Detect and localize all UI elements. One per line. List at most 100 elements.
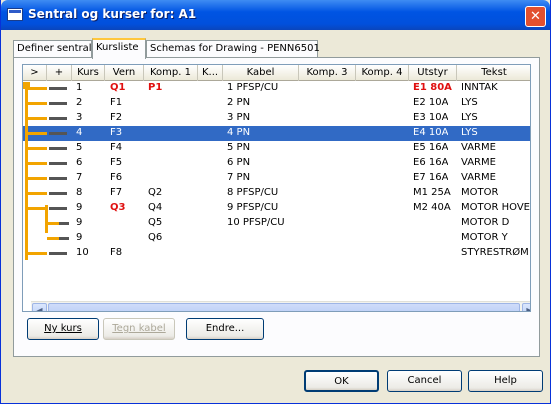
dialog-window: Sentral og kurser for: A1 ✕ Definer sent…: [0, 0, 551, 404]
tab-kursliste[interactable]: Kursliste: [92, 38, 146, 59]
cancel-button[interactable]: Cancel: [387, 370, 462, 392]
tree-connector-line: [27, 192, 47, 195]
cell-komp1: [146, 126, 148, 141]
tab-definer-sentral[interactable]: Definer sentral: [13, 40, 92, 58]
cell-tekst: VARME: [461, 157, 496, 168]
cell-kabel: 6 PN: [227, 157, 251, 168]
table-row[interactable]: 9 Q3 Q4 9 PFSP/CU M2 40A MOTOR HOVE: [23, 201, 530, 216]
cell-komp1: [146, 141, 148, 156]
cell-utstyr: E5 16A: [413, 142, 449, 153]
cell-vern: F7: [110, 187, 123, 198]
col-header-kabel[interactable]: Kabel: [223, 65, 299, 81]
table-row[interactable]: 7 F6 7 PN E7 16A VARME: [23, 171, 530, 186]
scroll-left-icon[interactable]: ◀: [32, 303, 47, 311]
cell-kurs: 8: [76, 187, 83, 198]
col-header-komp2[interactable]: K...: [198, 65, 223, 81]
cell-vern: F1: [110, 97, 123, 108]
ny-kurs-button[interactable]: Ny kurs: [27, 318, 99, 340]
tegn-kabel-button[interactable]: Tegn kabel: [103, 318, 175, 340]
cell-kurs: 5: [76, 142, 83, 153]
cell-vern: Q1: [110, 82, 126, 93]
table-row[interactable]: 9 Q5 10 PFSP/CU MOTOR D: [23, 216, 530, 231]
table-row[interactable]: 8 F7 Q2 8 PFSP/CU M1 25A MOTOR: [23, 186, 530, 201]
tab-schemas-for-drawing[interactable]: Schemas for Drawing - PENN6501: [146, 40, 320, 58]
table-row[interactable]: 1 Q1 P1 1 PFSP/CU E1 80A INNTAK: [23, 81, 530, 96]
cell-vern: F2: [110, 112, 123, 123]
cell-utstyr: M1 25A: [413, 187, 451, 198]
table-row[interactable]: 9 Q6 MOTOR Y: [23, 231, 530, 246]
cell-kurs: 9: [76, 232, 83, 243]
ok-button[interactable]: OK: [304, 370, 379, 392]
cell-komp1: [146, 171, 148, 186]
cell-utstyr: E2 10A: [413, 97, 449, 108]
col-header-utstyr[interactable]: Utstyr: [409, 65, 457, 81]
scroll-right-icon[interactable]: ▶: [522, 303, 530, 311]
table-row[interactable]: 6 F5 6 PN E6 16A VARME: [23, 156, 530, 171]
cell-kabel: 4 PN: [227, 127, 251, 138]
cell-vern: F6: [110, 172, 123, 183]
cell-vern: [108, 216, 110, 231]
cell-komp1: [146, 96, 148, 111]
cell-kabel: 8 PFSP/CU: [227, 187, 279, 198]
cell-utstyr: E1 80A: [413, 82, 452, 93]
tree-connector-line: [27, 207, 47, 210]
tree-connector-line: [47, 237, 59, 240]
tree-connector-line: [27, 117, 47, 120]
cell-kurs: 1: [76, 82, 83, 93]
col-header-tekst[interactable]: Tekst: [457, 65, 530, 81]
close-button[interactable]: ✕: [525, 6, 546, 27]
circuit-symbol: [49, 132, 67, 135]
col-header-expand[interactable]: >: [23, 65, 47, 81]
table-row[interactable]: 4 F3 4 PN E4 10A LYS: [23, 126, 530, 141]
title-bar[interactable]: Sentral og kurser for: A1 ✕: [1, 0, 550, 30]
cell-komp1: [146, 111, 148, 126]
cell-kurs: 4: [76, 127, 83, 138]
cell-utstyr: M2 40A: [413, 202, 451, 213]
window-title: Sentral og kurser for: A1: [28, 7, 197, 21]
col-header-vern[interactable]: Vern: [105, 65, 144, 81]
cell-vern: Q3: [110, 202, 126, 213]
kurs-grid[interactable]: > + Kurs Vern Komp. 1 K... Kabel Komp. 3…: [22, 64, 531, 312]
cell-kabel: [225, 246, 227, 261]
cell-kabel: [225, 231, 227, 246]
col-header-komp1[interactable]: Komp. 1: [144, 65, 198, 81]
cell-tekst: MOTOR Y: [461, 232, 508, 243]
cell-tekst: VARME: [461, 172, 496, 183]
col-header-kurs[interactable]: Kurs: [72, 65, 105, 81]
endre-button[interactable]: Endre...: [186, 318, 264, 340]
table-row[interactable]: 10 F8 STYRESTRØM: [23, 246, 530, 261]
table-row[interactable]: 3 F2 3 PN E3 10A LYS: [23, 111, 530, 126]
scroll-thumb[interactable]: [48, 303, 520, 311]
circuit-symbol: [49, 87, 67, 90]
cell-komp1: Q6: [148, 232, 163, 243]
cell-utstyr: [411, 216, 413, 231]
cell-komp1: Q2: [148, 187, 163, 198]
table-row[interactable]: 5 F4 5 PN E5 16A VARME: [23, 141, 530, 156]
ny-kurs-label: Ny kurs: [44, 323, 82, 334]
col-header-add[interactable]: +: [47, 65, 72, 81]
grid-header: > + Kurs Vern Komp. 1 K... Kabel Komp. 3…: [23, 65, 530, 81]
cell-vern: F8: [110, 247, 123, 258]
cell-tekst: LYS: [461, 97, 478, 108]
col-header-komp4[interactable]: Komp. 4: [356, 65, 409, 81]
cell-tekst: MOTOR HOVE: [461, 202, 530, 213]
cell-kabel: 10 PFSP/CU: [227, 217, 285, 228]
tree-connector-line: [27, 162, 47, 165]
cell-tekst: LYS: [461, 112, 478, 123]
cell-vern: F3: [110, 127, 123, 138]
circuit-symbol: [49, 252, 67, 255]
cell-komp1: Q4: [148, 202, 163, 213]
circuit-symbol: [49, 162, 67, 165]
tree-trunk-line: [25, 84, 28, 260]
table-row[interactable]: 2 F1 2 PN E2 10A LYS: [23, 96, 530, 111]
circuit-symbol: [59, 222, 69, 225]
help-button[interactable]: Help: [468, 370, 543, 392]
cell-tekst: VARME: [461, 142, 496, 153]
horizontal-scrollbar[interactable]: ◀ ▶: [31, 301, 530, 311]
cell-utstyr: E4 10A: [413, 127, 449, 138]
cell-komp1: Q5: [148, 217, 163, 228]
circuit-symbol: [49, 117, 67, 120]
col-header-komp3[interactable]: Komp. 3: [299, 65, 356, 81]
cell-utstyr: [411, 246, 413, 261]
tree-connector-line: [27, 147, 47, 150]
